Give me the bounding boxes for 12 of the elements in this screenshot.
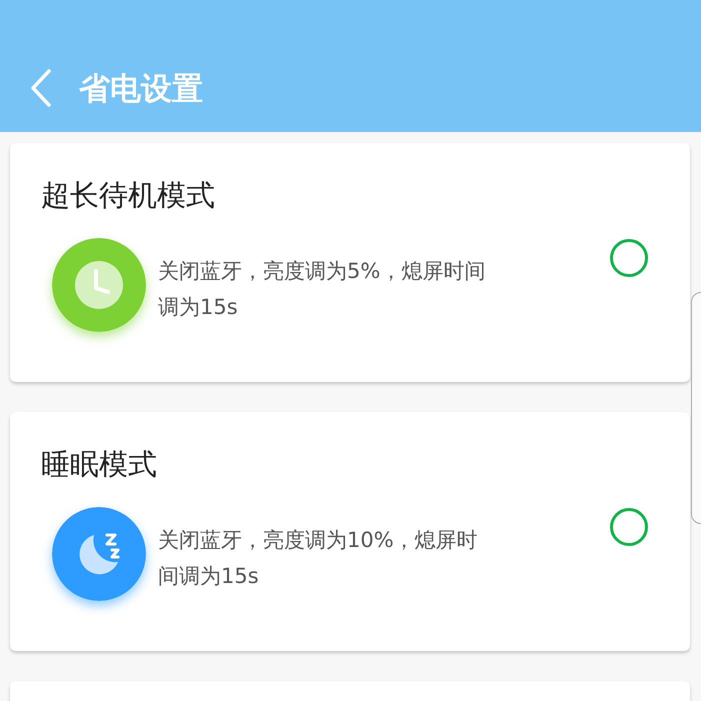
moon-icon	[52, 507, 146, 601]
back-icon[interactable]	[30, 69, 52, 107]
radio-button[interactable]	[610, 508, 648, 546]
mode-title: 睡眠模式	[41, 446, 158, 483]
mode-description: 关闭蓝牙，亮度调为10%，熄屏时间调为15s	[158, 527, 479, 590]
clock-icon	[52, 238, 146, 332]
mode-title: 超长待机模式	[41, 177, 216, 214]
mode-card[interactable]: 超长待机模式 关闭蓝牙，亮度调为5%，熄屏时间调为15s	[10, 143, 690, 382]
page-title: 省电设置	[79, 70, 203, 109]
radio-button[interactable]	[610, 239, 648, 277]
mode-card[interactable]: 睡眠模式 关闭蓝牙，亮度调为10%，熄屏时间调为15s	[10, 412, 690, 651]
mode-description: 关闭蓝牙，亮度调为5%，熄屏时间调为15s	[158, 258, 486, 321]
